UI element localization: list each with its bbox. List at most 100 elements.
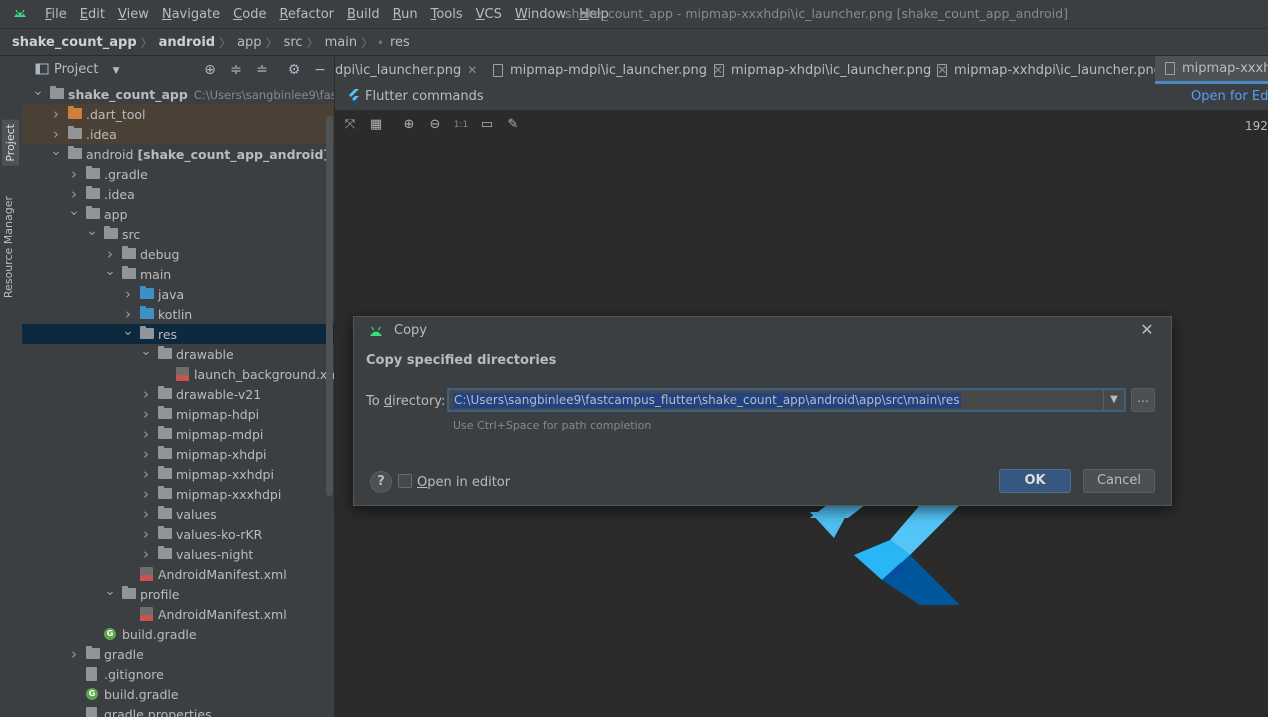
chevron-right-icon[interactable]: › bbox=[140, 444, 152, 464]
grid-icon[interactable]: ▦ bbox=[368, 117, 384, 133]
chevron-right-icon[interactable]: › bbox=[140, 464, 152, 484]
close-icon[interactable]: ✕ bbox=[467, 63, 477, 77]
tree-item[interactable]: › .idea bbox=[22, 124, 334, 144]
zoom-in-icon[interactable]: ⊕ bbox=[401, 117, 417, 133]
editor-tab[interactable]: mipmap-mdpi\ic_launcher.png ✕ bbox=[483, 56, 731, 84]
project-view-selector[interactable]: Project ▼ bbox=[54, 62, 120, 77]
breadcrumb-item[interactable]: android bbox=[159, 35, 215, 50]
chevron-right-icon[interactable]: › bbox=[50, 104, 62, 124]
menu-item-code[interactable]: Code bbox=[233, 7, 266, 22]
cancel-button[interactable]: Cancel bbox=[1083, 469, 1155, 493]
chevron-right-icon[interactable]: › bbox=[68, 644, 80, 664]
chevron-right-icon[interactable]: › bbox=[68, 184, 80, 204]
close-icon[interactable]: ✕ bbox=[1138, 321, 1156, 339]
tree-item[interactable]: ⌄ app bbox=[22, 204, 334, 224]
tree-item[interactable]: ⌄ drawable bbox=[22, 344, 334, 364]
tree-item[interactable]: › java bbox=[22, 284, 334, 304]
tree-item[interactable]: › kotlin bbox=[22, 304, 334, 324]
hide-icon[interactable]: − bbox=[312, 62, 328, 78]
editor-tab[interactable]: mipmap-xxxhdpi bbox=[1155, 56, 1268, 84]
locate-icon[interactable]: ⊕ bbox=[202, 62, 218, 78]
tree-item[interactable]: › mipmap-xhdpi bbox=[22, 444, 334, 464]
chevron-right-icon[interactable]: › bbox=[122, 304, 134, 324]
tree-item[interactable]: › mipmap-xxxhdpi bbox=[22, 484, 334, 504]
tree-scrollbar[interactable] bbox=[326, 116, 333, 496]
menu-item-view[interactable]: View bbox=[118, 7, 149, 22]
breadcrumb-item[interactable]: main bbox=[325, 35, 357, 50]
chevron-down-icon[interactable]: ▼ bbox=[1103, 390, 1124, 410]
tree-item[interactable]: ⌄ main bbox=[22, 264, 334, 284]
menu-item-edit[interactable]: Edit bbox=[80, 7, 105, 22]
tree-item[interactable]: ⌄ profile bbox=[22, 584, 334, 604]
chevron-right-icon[interactable]: › bbox=[68, 164, 80, 184]
fit-zoom-icon[interactable]: ⤧ bbox=[342, 117, 358, 133]
resource-manager-tab[interactable]: Resource Manager bbox=[2, 196, 15, 298]
fit-window-icon[interactable]: ▭ bbox=[479, 117, 495, 133]
ok-button[interactable]: OK bbox=[999, 469, 1071, 493]
expand-all-icon[interactable]: ≑ bbox=[228, 62, 244, 78]
open-in-editor-label[interactable]: Open in editor bbox=[417, 475, 510, 490]
editor-tab[interactable]: dpi\ic_launcher.png ✕ bbox=[335, 56, 485, 84]
chevron-right-icon[interactable]: › bbox=[50, 124, 62, 144]
open-for-editing-link[interactable]: Open for Editi bbox=[1191, 89, 1268, 104]
chevron-down-icon[interactable]: ⌄ bbox=[68, 204, 80, 224]
tree-item[interactable]: › drawable-v21 bbox=[22, 384, 334, 404]
chevron-right-icon[interactable]: › bbox=[140, 544, 152, 564]
editor-tab[interactable]: mipmap-xhdpi\ic_launcher.png ✕ bbox=[704, 56, 955, 84]
project-tool-tab[interactable]: Project bbox=[2, 120, 19, 166]
tree-item[interactable]: › .dart_tool bbox=[22, 104, 334, 124]
directory-combobox[interactable]: C:\Users\sangbinlee9\fastcampus_flutter\… bbox=[447, 388, 1126, 412]
breadcrumb-item[interactable]: shake_count_app bbox=[12, 35, 137, 50]
chevron-right-icon[interactable]: › bbox=[140, 524, 152, 544]
chevron-down-icon[interactable]: ⌄ bbox=[104, 584, 116, 604]
help-button[interactable]: ? bbox=[370, 471, 392, 493]
tree-item[interactable]: › mipmap-mdpi bbox=[22, 424, 334, 444]
tree-item[interactable]: ⌄ src bbox=[22, 224, 334, 244]
zoom-out-icon[interactable]: ⊖ bbox=[427, 117, 443, 133]
tree-item[interactable]: › values-night bbox=[22, 544, 334, 564]
chevron-down-icon[interactable]: ⌄ bbox=[32, 84, 44, 104]
breadcrumb-item[interactable]: res bbox=[390, 35, 410, 50]
menu-item-refactor[interactable]: Refactor bbox=[279, 7, 334, 22]
actual-size-button[interactable]: 1:1 bbox=[453, 117, 469, 133]
chevron-right-icon[interactable]: › bbox=[140, 404, 152, 424]
menu-item-build[interactable]: Build bbox=[347, 7, 380, 22]
tree-item[interactable]: AndroidManifest.xml bbox=[22, 604, 334, 624]
tree-item[interactable]: › values bbox=[22, 504, 334, 524]
tree-item[interactable]: launch_background.xml bbox=[22, 364, 334, 384]
chevron-right-icon[interactable]: › bbox=[140, 504, 152, 524]
chevron-down-icon[interactable]: ⌄ bbox=[122, 324, 134, 344]
tree-item[interactable]: Gbuild.gradle bbox=[22, 684, 334, 704]
tree-item[interactable]: › .idea bbox=[22, 184, 334, 204]
tree-item[interactable]: Gbuild.gradle bbox=[22, 624, 334, 644]
menu-item-vcs[interactable]: VCS bbox=[476, 7, 502, 22]
editor-tab[interactable]: mipmap-xxhdpi\ic_launcher.png✕ bbox=[927, 56, 1186, 84]
tree-item[interactable]: › values-ko-rKR bbox=[22, 524, 334, 544]
breadcrumb-item[interactable]: src bbox=[284, 35, 303, 50]
menu-item-run[interactable]: Run bbox=[393, 7, 418, 22]
chevron-down-icon[interactable]: ⌄ bbox=[140, 344, 152, 364]
menu-item-tools[interactable]: Tools bbox=[431, 7, 463, 22]
browse-button[interactable]: ... bbox=[1131, 388, 1155, 412]
chevron-right-icon[interactable]: › bbox=[140, 424, 152, 444]
tree-item[interactable]: AndroidManifest.xml bbox=[22, 564, 334, 584]
chevron-down-icon[interactable]: ⌄ bbox=[86, 224, 98, 244]
color-picker-icon[interactable]: ✎ bbox=[505, 117, 521, 133]
tree-item[interactable]: › gradle bbox=[22, 644, 334, 664]
chevron-down-icon[interactable]: ⌄ bbox=[104, 264, 116, 284]
collapse-all-icon[interactable]: ≐ bbox=[254, 62, 270, 78]
tree-item[interactable]: ⌄ shake_count_app C:\Users\sangbinlee9\fas… bbox=[22, 84, 334, 104]
chevron-right-icon[interactable]: › bbox=[122, 284, 134, 304]
breadcrumb-item[interactable]: app bbox=[237, 35, 261, 50]
directory-input[interactable]: C:\Users\sangbinlee9\fastcampus_flutter\… bbox=[453, 393, 961, 408]
tree-item[interactable]: ⌄ android [shake_count_app_android] bbox=[22, 144, 334, 164]
tree-item[interactable]: .gitignore bbox=[22, 664, 334, 684]
tree-item[interactable]: › mipmap-hdpi bbox=[22, 404, 334, 424]
tree-item[interactable]: › mipmap-xxhdpi bbox=[22, 464, 334, 484]
open-in-editor-checkbox[interactable] bbox=[398, 474, 412, 488]
menu-item-file[interactable]: File bbox=[45, 7, 67, 22]
tree-item[interactable]: ⌄ res bbox=[22, 324, 334, 344]
chevron-down-icon[interactable]: ⌄ bbox=[50, 144, 62, 164]
chevron-right-icon[interactable]: › bbox=[140, 484, 152, 504]
chevron-right-icon[interactable]: › bbox=[140, 384, 152, 404]
